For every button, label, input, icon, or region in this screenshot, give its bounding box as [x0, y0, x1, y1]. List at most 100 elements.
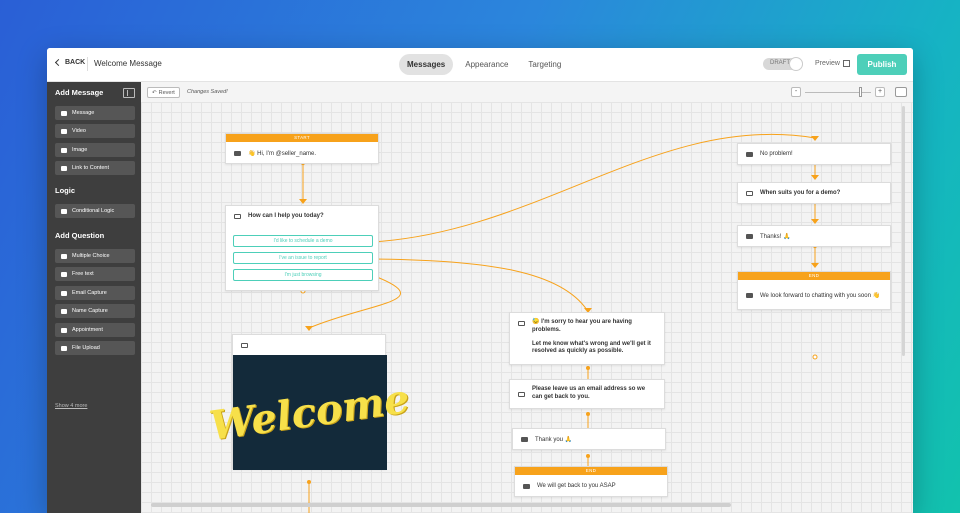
- arrowhead: [305, 326, 313, 331]
- sidebar-item-label: Link to Content: [72, 165, 109, 171]
- zoom-out-button[interactable]: -: [791, 87, 801, 97]
- sorry-message-node[interactable]: 😓 I'm sorry to hear you are having probl…: [509, 312, 665, 365]
- sidebar-item-label: Free text: [72, 271, 94, 277]
- sidebar-item-label: Video: [72, 128, 86, 134]
- list-icon: [234, 213, 241, 219]
- zoom-in-button[interactable]: +: [875, 87, 885, 97]
- sidebar-item-file-upload[interactable]: File Upload: [55, 341, 135, 355]
- text-icon: [518, 321, 525, 326]
- node-text: No problem!: [760, 151, 793, 157]
- sidebar: Add Message Message Video Image Link to …: [47, 82, 141, 513]
- sidebar-item-conditional-logic[interactable]: Conditional Logic: [55, 204, 135, 218]
- tab-targeting[interactable]: Targeting: [520, 54, 569, 75]
- sidebar-item-label: Name Capture: [72, 308, 108, 314]
- arrowhead: [811, 263, 819, 268]
- question-node[interactable]: How can I help you today? I'd like to sc…: [225, 205, 379, 291]
- chat-icon: [521, 436, 528, 442]
- node-text: Let me know what's wrong and we'll get i…: [532, 340, 651, 355]
- zoom-slider-thumb[interactable]: [859, 87, 862, 97]
- chat-icon: [234, 150, 241, 156]
- choice-report-issue[interactable]: I've an issue to report: [233, 252, 373, 264]
- sidebar-item-label: Multiple Choice: [72, 253, 110, 259]
- tab-bar: Messages Appearance Targeting: [399, 54, 569, 75]
- chat-icon: [523, 483, 530, 489]
- toggle-knob: [789, 57, 803, 71]
- undo-icon: ↶: [152, 89, 157, 96]
- sidebar-item-image[interactable]: Image: [55, 143, 135, 157]
- chat-icon: [746, 292, 753, 298]
- sidebar-item-free-text[interactable]: Free text: [55, 267, 135, 281]
- node-text: 😓 I'm sorry to hear you are having probl…: [532, 319, 632, 333]
- start-node[interactable]: START 👋 Hi, I'm @seller_name.: [225, 133, 379, 164]
- sidebar-item-label: Appointment: [72, 327, 103, 333]
- fit-to-screen-icon[interactable]: [895, 87, 907, 97]
- node-text: We look forward to chatting with you soo…: [760, 292, 881, 299]
- welcome-image: Welcome: [207, 355, 413, 470]
- calendar-icon: [746, 190, 753, 196]
- video-icon: [61, 128, 67, 134]
- preview-label: Preview: [815, 60, 840, 67]
- sidebar-item-appointment[interactable]: Appointment: [55, 323, 135, 337]
- publish-button[interactable]: Publish: [857, 54, 907, 75]
- back-button[interactable]: BACK: [54, 58, 86, 67]
- node-text: We will get back to you ASAP: [537, 483, 616, 489]
- node-text: How can I help you today?: [248, 213, 324, 219]
- back-label: BACK: [65, 59, 86, 66]
- revert-button[interactable]: ↶ Revert: [147, 87, 180, 98]
- connector-dot: [586, 366, 590, 370]
- flow-canvas[interactable]: ↶ Revert Changes Saved! - + START 👋 Hi, …: [141, 82, 913, 513]
- draft-toggle[interactable]: DRAFT: [763, 57, 803, 71]
- node-header: END: [515, 467, 667, 475]
- user-icon: [61, 308, 67, 314]
- message-node-no-problem[interactable]: No problem!: [737, 143, 891, 165]
- list-icon: [61, 253, 67, 259]
- builder-window: BACK Welcome Message Messages Appearance…: [47, 48, 913, 513]
- image-node[interactable]: Welcome: [207, 334, 413, 470]
- message-node-thank-you[interactable]: Thank you 🙏: [512, 428, 666, 450]
- tab-appearance[interactable]: Appearance: [457, 54, 516, 75]
- connector-issue-branch: [371, 258, 588, 311]
- sidebar-item-label: Email Capture: [72, 290, 107, 296]
- choice-just-browsing[interactable]: I'm just browsing: [233, 269, 373, 281]
- sidebar-item-video[interactable]: Video: [55, 124, 135, 138]
- node-text: Thanks! 🙏: [760, 233, 791, 240]
- end-node-right[interactable]: END We look forward to chatting with you…: [737, 271, 891, 310]
- node-header: START: [226, 134, 378, 142]
- file-icon: [61, 345, 67, 351]
- node-text: Thank you 🙏: [535, 436, 573, 443]
- sidebar-item-label: Message: [72, 110, 95, 116]
- choice-schedule-demo[interactable]: I'd like to schedule a demo: [233, 235, 373, 247]
- save-status: Changes Saved!: [187, 89, 228, 95]
- email-capture-node[interactable]: Please leave us an email address so we c…: [509, 379, 665, 409]
- sidebar-item-link[interactable]: Link to Content: [55, 161, 135, 175]
- preview-button[interactable]: Preview: [815, 60, 850, 67]
- top-bar: BACK Welcome Message Messages Appearance…: [47, 48, 913, 82]
- vertical-scrollbar[interactable]: [902, 106, 905, 356]
- message-node-thanks[interactable]: Thanks! 🙏: [737, 225, 891, 247]
- draft-label: DRAFT: [770, 60, 790, 66]
- sidebar-item-label: Image: [72, 147, 88, 153]
- branch-icon: [61, 208, 67, 214]
- page-title: Welcome Message: [94, 59, 162, 68]
- logic-title: Logic: [55, 186, 75, 195]
- node-header: END: [738, 272, 890, 280]
- appointment-node[interactable]: When suits you for a demo?: [737, 182, 891, 204]
- horizontal-scrollbar[interactable]: [151, 503, 731, 507]
- envelope-icon: [61, 290, 67, 296]
- sidebar-item-label: File Upload: [72, 345, 100, 351]
- envelope-icon: [518, 391, 525, 397]
- sidebar-item-email-capture[interactable]: Email Capture: [55, 286, 135, 300]
- end-node-middle[interactable]: END We will get back to you ASAP: [514, 466, 668, 497]
- canvas-toolbar: ↶ Revert Changes Saved! - +: [141, 82, 913, 102]
- sidebar-item-message[interactable]: Message: [55, 106, 135, 120]
- link-icon: [61, 165, 67, 171]
- output-port[interactable]: [812, 354, 818, 360]
- connector-dot: [586, 412, 590, 416]
- sidebar-item-multiple-choice[interactable]: Multiple Choice: [55, 249, 135, 263]
- show-more-link[interactable]: Show 4 more: [55, 403, 87, 409]
- sidebar-item-name-capture[interactable]: Name Capture: [55, 304, 135, 318]
- collapse-sidebar-icon[interactable]: [123, 88, 135, 98]
- image-icon: [61, 147, 67, 153]
- welcome-image-text: Welcome: [207, 375, 413, 450]
- tab-messages[interactable]: Messages: [399, 54, 454, 75]
